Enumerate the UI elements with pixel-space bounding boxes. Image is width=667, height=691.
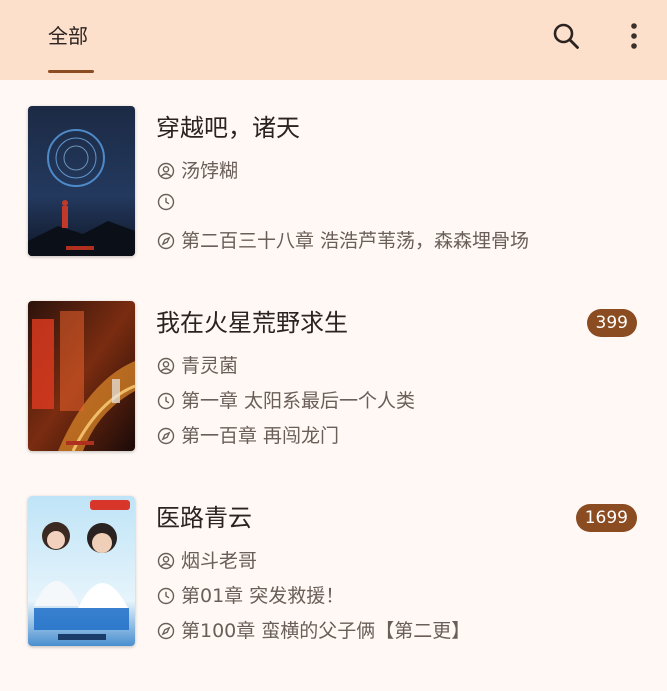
author-name: 青灵菌 [181, 355, 239, 377]
more-vert-icon [631, 23, 637, 49]
unread-count-badge: 399 [586, 309, 637, 337]
book-last-read: 第01章 突发救援！ [157, 583, 344, 609]
book-author: 青灵菌 [157, 353, 238, 379]
unread-count-badge: 1699 [575, 504, 637, 532]
last-read-chapter: 第01章 突发救援！ [181, 585, 345, 607]
compass-icon [157, 232, 175, 250]
clock-icon [157, 392, 175, 410]
book-title: 我在火星荒野求生 [156, 309, 348, 337]
more-options-button[interactable] [618, 18, 650, 54]
book-cover [28, 301, 135, 451]
last-read-chapter: 第一章 太阳系最后一个人类 [181, 390, 416, 412]
latest-chapter: 第二百三十八章 浩浩芦苇荡，森森埋骨场 [181, 230, 530, 252]
book-title: 医路青云 [156, 504, 252, 532]
book-item[interactable]: 医路青云 1699 烟斗老哥 第01章 突发救援！ 第100章 蛮横的父子俩【第… [0, 496, 667, 691]
book-last-read: 第一章 太阳系最后一个人类 [157, 388, 415, 414]
latest-chapter: 第100章 蛮横的父子俩【第二更】 [181, 620, 471, 642]
user-icon [157, 552, 175, 570]
latest-chapter: 第一百章 再闯龙门 [181, 425, 340, 447]
tab-all[interactable]: 全部 [48, 0, 88, 80]
user-icon [157, 162, 175, 180]
book-title: 穿越吧，诸天 [156, 114, 300, 142]
compass-icon [157, 622, 175, 640]
search-icon [553, 23, 579, 49]
tab-indicator [48, 70, 94, 73]
book-latest-chapter: 第100章 蛮横的父子俩【第二更】 [157, 618, 470, 644]
book-latest-chapter: 第一百章 再闯龙门 [157, 423, 339, 449]
author-name: 烟斗老哥 [181, 550, 258, 572]
search-button[interactable] [548, 18, 584, 54]
book-cover [28, 106, 135, 256]
top-app-bar: 全部 [0, 0, 667, 80]
clock-icon [157, 193, 175, 211]
compass-icon [157, 427, 175, 445]
book-item[interactable]: 穿越吧，诸天 汤饽糊 第二百三十八章 浩浩芦苇荡，森森埋骨场 [0, 106, 667, 301]
clock-icon [157, 587, 175, 605]
book-author: 汤饽糊 [157, 158, 238, 184]
user-icon [157, 357, 175, 375]
book-author: 烟斗老哥 [157, 548, 257, 574]
book-item[interactable]: 我在火星荒野求生 399 青灵菌 第一章 太阳系最后一个人类 第一百章 再闯龙门 [0, 301, 667, 496]
author-name: 汤饽糊 [181, 160, 239, 182]
book-last-read [157, 193, 181, 211]
book-latest-chapter: 第二百三十八章 浩浩芦苇荡，森森埋骨场 [157, 228, 529, 254]
book-cover [28, 496, 135, 646]
